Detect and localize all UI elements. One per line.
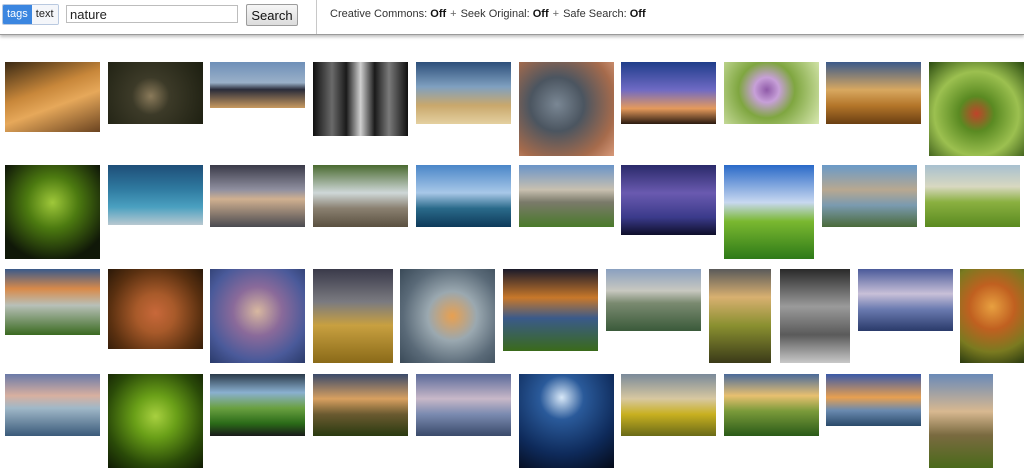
- tab-text[interactable]: text: [31, 5, 58, 24]
- tab-tags[interactable]: tags: [3, 5, 32, 24]
- photo-thumbnail[interactable]: [416, 165, 511, 227]
- photo-thumbnail[interactable]: [929, 374, 993, 468]
- photo-thumbnail[interactable]: [416, 62, 511, 124]
- photo-thumbnail[interactable]: [5, 165, 100, 259]
- option-separator: +: [552, 8, 560, 20]
- photo-thumbnail[interactable]: [780, 269, 850, 363]
- photo-thumbnail[interactable]: [400, 269, 495, 363]
- safe-search-value: Off: [629, 8, 646, 20]
- photo-thumbnail[interactable]: [108, 374, 203, 468]
- photo-thumbnail[interactable]: [210, 374, 305, 436]
- photo-thumbnail[interactable]: [724, 165, 814, 259]
- seek-original-value: Off: [532, 8, 549, 20]
- photo-thumbnail[interactable]: [925, 165, 1020, 227]
- photo-thumbnail[interactable]: [503, 269, 598, 351]
- photo-thumbnail[interactable]: [621, 62, 716, 124]
- photo-thumbnail[interactable]: [858, 269, 953, 331]
- photo-thumbnail[interactable]: [826, 62, 921, 124]
- photo-thumbnail[interactable]: [210, 62, 305, 108]
- search-options: Creative Commons: Off + Seek Original: Off…: [330, 8, 646, 20]
- photo-thumbnail[interactable]: [108, 269, 203, 349]
- toolbar-divider: [316, 0, 317, 34]
- creative-commons-option[interactable]: Creative Commons: Off: [330, 8, 446, 20]
- photo-thumbnail[interactable]: [724, 62, 819, 124]
- photo-thumbnail[interactable]: [5, 62, 100, 132]
- photo-thumbnail[interactable]: [960, 269, 1024, 363]
- photo-thumbnail[interactable]: [606, 269, 701, 331]
- photo-thumbnail[interactable]: [822, 165, 917, 227]
- photo-thumbnail[interactable]: [621, 165, 716, 235]
- photo-thumbnail[interactable]: [210, 269, 305, 363]
- photo-thumbnail[interactable]: [416, 374, 511, 436]
- photo-thumbnail[interactable]: [5, 374, 100, 436]
- photo-thumbnail[interactable]: [5, 269, 100, 335]
- seek-original-label: Seek Original:: [460, 8, 530, 20]
- creative-commons-value: Off: [430, 8, 447, 20]
- search-mode-toggle: tags text: [2, 4, 59, 25]
- safe-search-label: Safe Search:: [563, 8, 627, 20]
- photo-thumbnail[interactable]: [313, 62, 408, 136]
- photo-thumbnail[interactable]: [108, 62, 203, 124]
- creative-commons-label: Creative Commons:: [330, 8, 428, 20]
- safe-search-option[interactable]: Safe Search: Off: [563, 8, 646, 20]
- photo-thumbnail[interactable]: [621, 374, 716, 436]
- photo-thumbnail[interactable]: [519, 374, 614, 468]
- photo-thumbnail[interactable]: [709, 269, 771, 363]
- photo-thumbnail[interactable]: [108, 165, 203, 225]
- photo-thumbnail[interactable]: [313, 374, 408, 436]
- search-input[interactable]: [66, 5, 238, 23]
- option-separator: +: [450, 8, 457, 20]
- photo-thumbnail[interactable]: [210, 165, 305, 227]
- photo-thumbnail[interactable]: [519, 62, 614, 156]
- seek-original-option[interactable]: Seek Original: Off: [461, 8, 549, 20]
- photo-thumbnail[interactable]: [929, 62, 1024, 156]
- toolbar: tags text Search Creative Commons: Off+S…: [0, 0, 1024, 35]
- photo-thumbnail[interactable]: [826, 374, 921, 426]
- photo-thumbnail[interactable]: [313, 269, 393, 363]
- photo-thumbnail[interactable]: [519, 165, 614, 227]
- photo-thumbnail[interactable]: [313, 165, 408, 227]
- search-button[interactable]: Search: [246, 4, 298, 26]
- photo-thumbnail[interactable]: [724, 374, 819, 436]
